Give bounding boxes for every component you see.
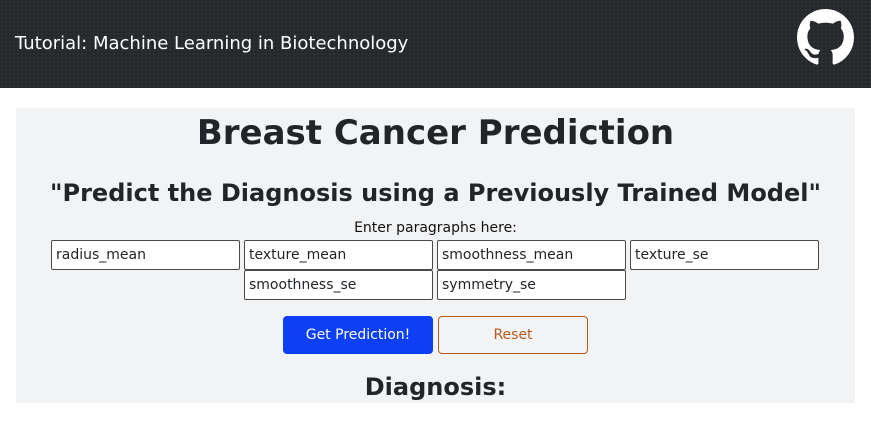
get-prediction-button[interactable]: Get Prediction! [283,316,433,354]
navbar-brand[interactable]: Tutorial: Machine Learning in Biotechnol… [15,31,408,57]
page-subtitle: "Predict the Diagnosis using a Previousl… [50,179,821,207]
input-instruction: Enter paragraphs here: [354,220,517,236]
navbar: Tutorial: Machine Learning in Biotechnol… [0,0,871,88]
radius-mean-input[interactable] [51,240,240,270]
page-title: Breast Cancer Prediction [196,113,675,153]
smoothness-mean-input[interactable] [437,240,626,270]
symmetry-se-input[interactable] [437,270,626,300]
diagnosis-heading: Diagnosis: [364,373,507,401]
texture-se-input[interactable] [630,240,819,270]
prediction-panel: Breast Cancer Prediction "Predict the Di… [16,108,855,403]
reset-button[interactable]: Reset [438,316,588,354]
texture-mean-input[interactable] [244,240,433,270]
smoothness-se-input[interactable] [244,270,433,300]
github-icon[interactable] [797,9,854,66]
